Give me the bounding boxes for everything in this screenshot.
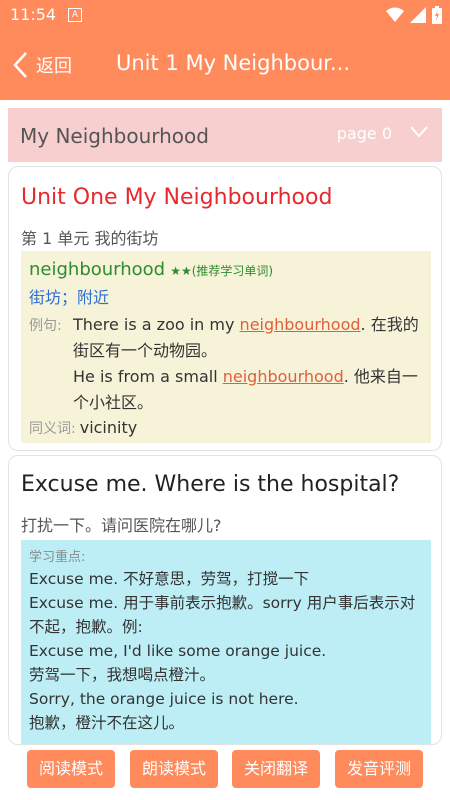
synonym-row: 同义词: vicinity [29, 418, 423, 438]
unit-subtitle: 第 1 单元 我的街坊 [21, 229, 159, 248]
example-label: 例句: [29, 318, 62, 334]
study-line: Sorry, the orange juice is not here. [29, 690, 299, 708]
synonym-value: vicinity [79, 418, 138, 437]
study-line: Excuse me. 用于事前表示抱歉。sorry 用户事后表示对不起，抱歉。例… [29, 594, 416, 636]
unit-card: Unit One My Neighbourhood 第 1 单元 我的街坊 ne… [8, 166, 442, 451]
highlighted-word[interactable]: neighbourhood [223, 367, 344, 386]
vocab-stars: ★★(推荐学习单词) [170, 264, 274, 278]
sentence-card: Excuse me. Where is the hospital? 打扰一下。请… [8, 455, 442, 745]
back-button[interactable]: 返回 [12, 50, 72, 80]
page-title: Unit 1 My Neighbour... [116, 51, 351, 75]
unit-title: Unit One My Neighbourhood [21, 185, 333, 210]
example-sentence: There is a zoo in my neighbourhood. 在我的街… [73, 315, 419, 360]
section-header[interactable]: My Neighbourhood page 0 [8, 108, 442, 162]
section-title: My Neighbourhood [20, 124, 209, 148]
sentence-chinese: 打扰一下。请问医院在哪儿? [21, 516, 222, 535]
chevron-left-icon [13, 52, 27, 78]
synonym-label: 同义词: [29, 421, 76, 437]
back-label: 返回 [36, 56, 72, 77]
close-translation-button[interactable]: 关闭翻译 [232, 750, 320, 788]
signal-icon [410, 7, 426, 23]
study-line: 抱歉，橙汁不在这儿。 [29, 714, 185, 732]
pronunciation-eval-button[interactable]: 发音评测 [335, 750, 423, 788]
status-bar: 11:54 A [0, 0, 450, 30]
vocab-word[interactable]: neighbourhood [29, 259, 165, 280]
status-time: 11:54 [10, 5, 57, 24]
study-notes: 学习重点: Excuse me. 不好意思，劳驾，打搅一下 Excuse me.… [21, 540, 431, 744]
vocab-box: neighbourhood ★★(推荐学习单词) 街坊；附近 例句: There… [21, 251, 431, 443]
reading-mode-button[interactable]: 阅读模式 [27, 750, 115, 788]
vocab-meaning: 街坊；附近 [29, 288, 110, 307]
battery-icon [432, 6, 442, 24]
study-line: Excuse me, I'd like some orange juice. [29, 642, 327, 660]
read-aloud-mode-button[interactable]: 朗读模式 [130, 750, 218, 788]
bottom-toolbar: 阅读模式 朗读模式 关闭翻译 发音评测 [0, 745, 450, 800]
example-row: 例句: There is a zoo in my neighbourhood. … [29, 312, 423, 364]
study-line: Excuse me. 不好意思，劳驾，打搅一下 [29, 570, 310, 588]
page-indicator: page 0 [336, 124, 392, 143]
study-label: 学习重点: [29, 550, 86, 565]
status-icons [386, 6, 442, 24]
notification-icon: A [68, 8, 82, 22]
example-sentence: He is from a small neighbourhood. 他来自一个小… [73, 367, 418, 412]
app-bar: 返回 Unit 1 My Neighbour... [0, 30, 450, 100]
study-line: 劳驾一下，我想喝点橙汁。 [29, 666, 216, 684]
chevron-down-icon[interactable] [410, 126, 428, 138]
highlighted-word[interactable]: neighbourhood [240, 315, 361, 334]
wifi-icon [386, 7, 404, 22]
sentence-english[interactable]: Excuse me. Where is the hospital? [21, 472, 399, 497]
